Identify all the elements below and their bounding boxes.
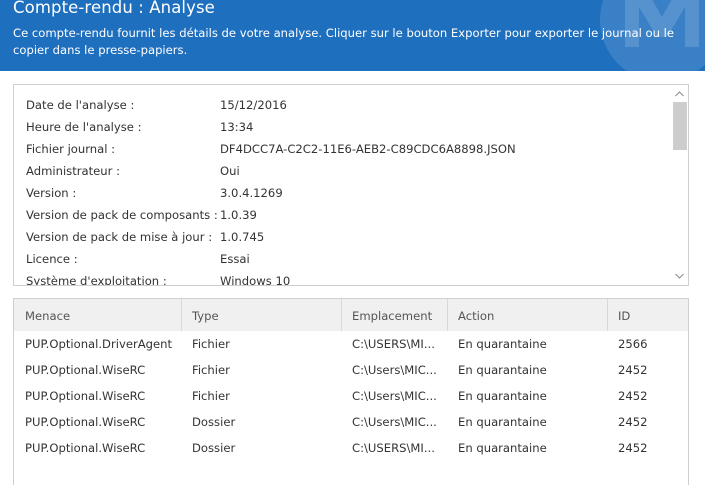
cell-type: Fichier [192,389,230,403]
cell-action: En quarantaine [458,363,547,377]
column-header-id[interactable]: ID [607,299,688,331]
table-row[interactable]: PUP.Optional.WiseRC Fichier C:\Users\MIC… [14,383,688,409]
details-value: 1.0.745 [220,230,265,244]
scroll-thumb[interactable] [673,102,687,150]
table-header: Menace Type Emplacement Action ID [14,299,688,331]
cell-location: C:\Users\MIC... [352,363,437,377]
cell-action: En quarantaine [458,441,547,455]
details-label: Administrateur : [26,164,121,178]
cell-threat: PUP.Optional.WiseRC [25,415,146,429]
scroll-down-button[interactable] [671,269,688,283]
cell-action: En quarantaine [458,389,547,403]
cell-action: En quarantaine [458,337,547,351]
threats-table: Menace Type Emplacement Action ID PUP.Op… [13,298,689,485]
cell-type: Dossier [192,415,236,429]
column-header-threat[interactable]: Menace [14,299,181,331]
details-value: Essai [220,252,250,266]
cell-threat: PUP.Optional.WiseRC [25,389,146,403]
scan-details-list: Date de l'analyse : 15/12/2016 Heure de … [14,85,672,285]
details-label: Version de pack de mise à jour : [26,230,213,244]
details-label: Version de pack de composants : [26,208,218,222]
details-value: Oui [220,164,240,178]
cell-threat: PUP.Optional.WiseRC [25,441,146,455]
cell-id: 2452 [618,415,648,429]
details-label: Fichier journal : [26,142,116,156]
cell-id: 2452 [618,441,648,455]
column-header-location[interactable]: Emplacement [341,299,447,331]
details-value: 3.0.4.1269 [220,186,283,200]
chevron-up-icon [675,91,684,97]
details-value: DF4DCC7A-C2C2-11E6-AEB2-C89CDC6A8898.JSO… [220,142,516,156]
details-label: Version : [26,186,77,200]
details-label: Licence : [26,252,78,266]
column-header-type[interactable]: Type [181,299,341,331]
table-row[interactable]: PUP.Optional.WiseRC Dossier C:\USERS\MI.… [14,435,688,461]
cell-type: Fichier [192,337,230,351]
details-label: Date de l'analyse : [26,98,135,112]
details-value: 15/12/2016 [220,98,287,112]
table-row[interactable]: PUP.Optional.WiseRC Fichier C:\Users\MIC… [14,357,688,383]
chevron-down-icon [675,273,684,279]
cell-type: Dossier [192,441,236,455]
cell-threat: PUP.Optional.DriverAgent [25,337,173,351]
cell-location: C:\Users\MIC... [352,415,437,429]
cell-id: 2452 [618,363,648,377]
report-header: Compte-rendu : Analyse Ce compte-rendu f… [0,0,705,71]
cell-location: C:\Users\MIC... [352,389,437,403]
details-label: Système d'exploitation : [26,274,167,285]
details-label: Heure de l'analyse : [26,120,142,134]
cell-id: 2452 [618,389,648,403]
details-scrollbar[interactable] [671,85,688,285]
table-row[interactable]: PUP.Optional.WiseRC Dossier C:\Users\MIC… [14,409,688,435]
cell-location: C:\USERS\MI... [352,337,435,351]
cell-id: 2566 [618,337,648,351]
scroll-up-button[interactable] [671,87,688,101]
cell-action: En quarantaine [458,415,547,429]
cell-threat: PUP.Optional.WiseRC [25,363,146,377]
column-header-action[interactable]: Action [447,299,607,331]
details-value: Windows 10 [220,274,291,285]
details-value: 1.0.39 [220,208,257,222]
scan-details-panel[interactable]: Date de l'analyse : 15/12/2016 Heure de … [13,84,689,286]
page-description: Ce compte-rendu fournit les détails de v… [13,26,674,57]
page-title: Compte-rendu : Analyse [13,0,215,17]
table-row[interactable]: PUP.Optional.DriverAgent Fichier C:\USER… [14,331,688,357]
cell-location: C:\USERS\MI... [352,441,435,455]
cell-type: Fichier [192,363,230,377]
details-value: 13:34 [220,120,254,134]
